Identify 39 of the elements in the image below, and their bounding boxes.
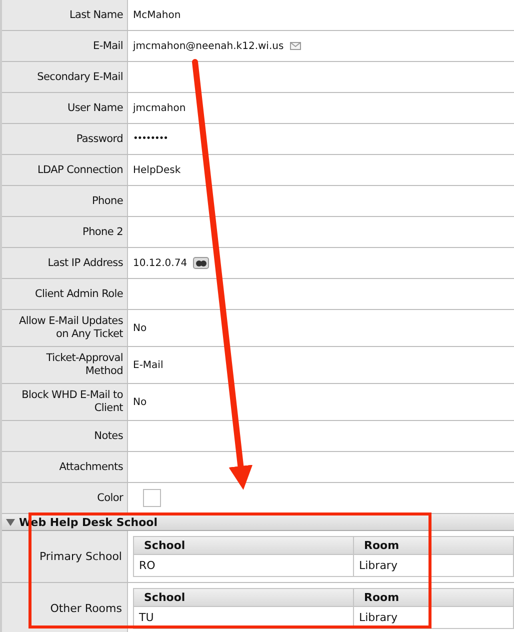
field-label: LDAP Connection (37, 164, 123, 176)
column-header[interactable]: Room (354, 589, 514, 607)
field-value: McMahon (133, 10, 181, 20)
field-label: Attachments (59, 460, 123, 474)
field-label: Notes (94, 430, 123, 442)
field-value: HelpDesk (133, 164, 181, 176)
email-value: jmcmahon@neenah.k12.wi.us (133, 40, 284, 52)
field-label: Phone (92, 194, 123, 208)
caret-icon[interactable] (6, 518, 15, 526)
group-label: Other Rooms (50, 602, 122, 615)
table-cell: TU (134, 607, 354, 628)
binoculars-icon[interactable] (193, 257, 210, 269)
field-label: Color (97, 492, 123, 504)
field-label: Password (76, 132, 123, 146)
column-header[interactable]: School (134, 589, 354, 607)
password-value: •••••••• (133, 134, 168, 144)
field-value: E-Mail (133, 360, 164, 370)
table-cell: Library (354, 555, 514, 576)
field-label: Last IP Address (48, 256, 123, 270)
field-label: Secondary E-Mail (37, 70, 123, 84)
field-label: Client Admin Role (34, 288, 123, 300)
field-label: Last Name (70, 8, 123, 22)
field-label: Allow E-Mail Updates on Any Ticket (18, 315, 123, 341)
table-cell: RO (134, 555, 354, 576)
field-label: E-Mail (93, 40, 123, 52)
field-value: No (133, 396, 147, 408)
field-value: jmcmahon (133, 102, 186, 114)
table-cell: Library (354, 607, 514, 628)
ip-value: 10.12.0.74 (133, 258, 188, 268)
field-label: Ticket-Approval Method (45, 352, 123, 378)
envelope-icon[interactable] (290, 42, 301, 50)
column-header[interactable]: School (134, 537, 354, 555)
color-swatch[interactable] (143, 489, 161, 507)
field-value: No (133, 322, 147, 334)
group-label: Primary School (39, 550, 122, 563)
column-header[interactable]: Room (354, 537, 514, 555)
field-label: User Name (67, 102, 123, 114)
field-label: Phone 2 (82, 226, 123, 238)
field-label: Block WHD E-Mail to Client (20, 389, 123, 415)
